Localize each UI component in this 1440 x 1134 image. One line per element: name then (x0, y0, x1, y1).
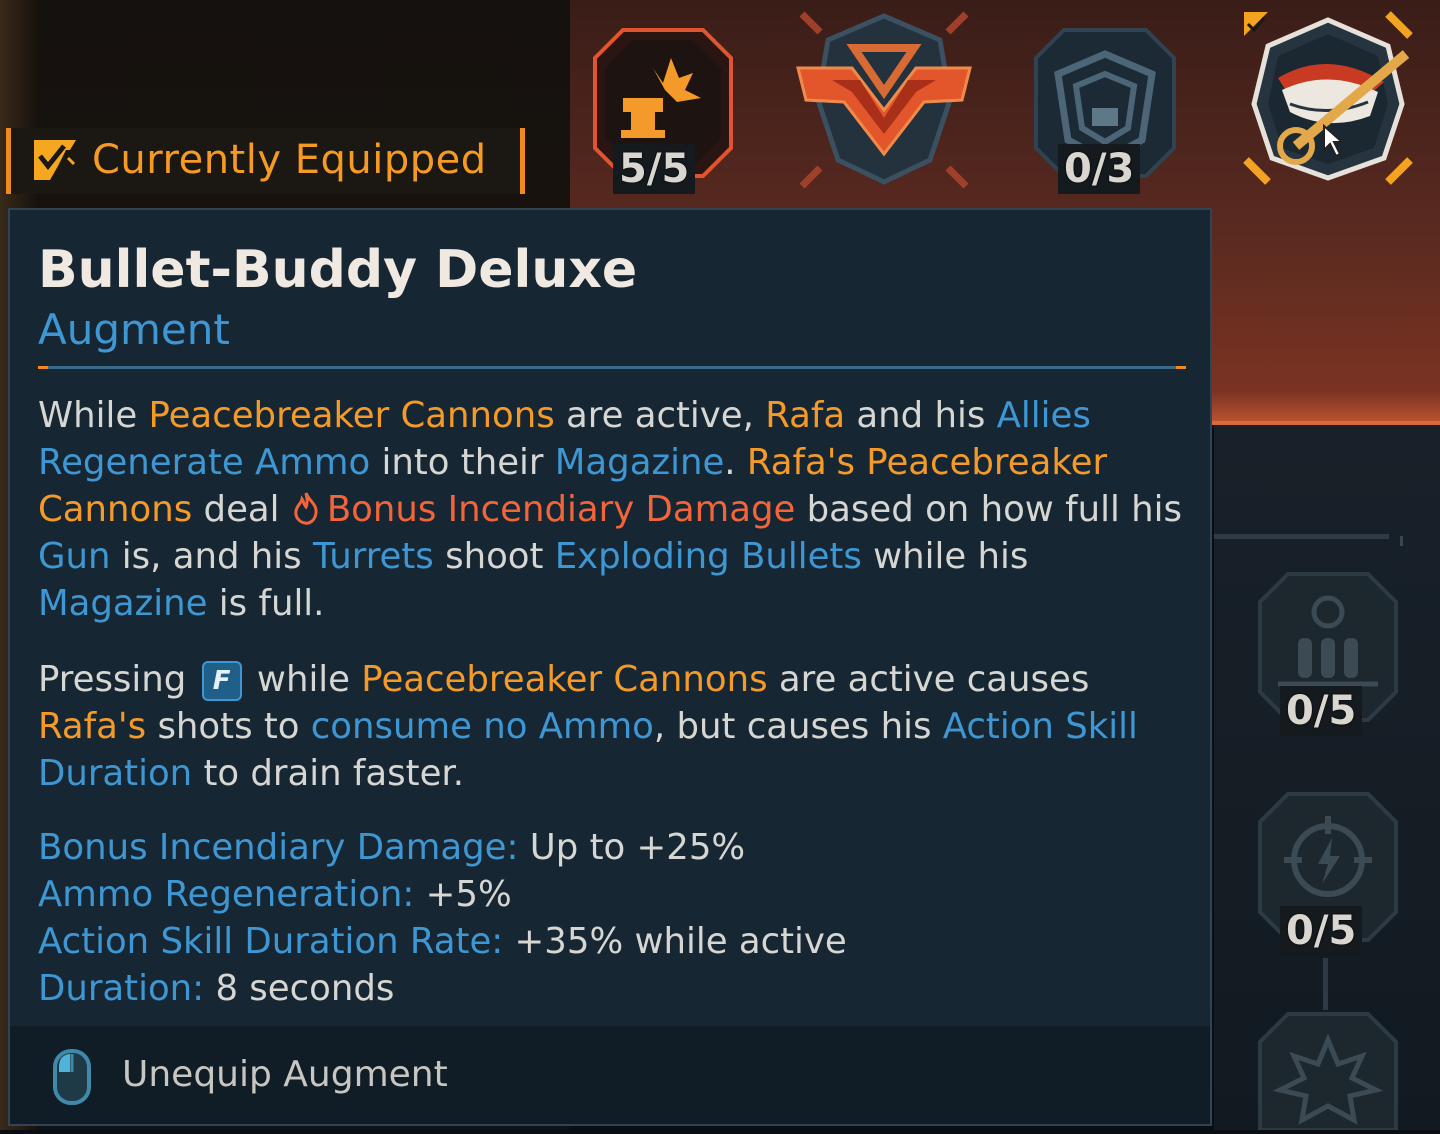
description-paragraph-1: While Peacebreaker Cannons are active, R… (38, 392, 1198, 627)
desc-text: is, and his (110, 536, 313, 577)
currently-equipped-label: Currently Equipped (92, 137, 487, 183)
desc-text: shoot (433, 536, 555, 577)
desc-text: while (245, 659, 362, 700)
separator-cap-right (1176, 366, 1186, 369)
stat-row: Action Skill Duration Rate: +35% while a… (38, 918, 1198, 965)
node-counter: 5/5 (613, 144, 696, 194)
augment-tooltip: Bullet-Buddy Deluxe Augment While Peaceb… (8, 208, 1212, 1126)
stat-value: Up to +25% (518, 827, 746, 868)
desc-text: are active, (554, 395, 766, 436)
stat-value: 8 seconds (204, 968, 395, 1009)
tooltip-separator (38, 366, 1186, 369)
stat-label: Duration: (38, 968, 205, 1009)
desc-text: . (724, 442, 747, 483)
node-counter: 0/3 (1058, 144, 1141, 194)
desc-text: and his (845, 395, 997, 436)
skill-node-emblem[interactable] (792, 10, 976, 190)
side-node-explosion[interactable] (1258, 1012, 1398, 1132)
banner-bar-right (520, 128, 525, 194)
desc-term: consume no Ammo (310, 706, 654, 747)
chevron-emblem-icon (796, 11, 972, 189)
description-paragraph-2: Pressing F while Peacebreaker Cannons ar… (38, 656, 1198, 797)
desc-text: shots to (146, 706, 311, 747)
node-counter: 0/5 (1280, 906, 1363, 956)
desc-text: While (38, 395, 149, 436)
desc-text: , but causes his (653, 706, 943, 747)
side-node-crosshair[interactable]: 0/5 (1258, 792, 1398, 962)
desc-keyword: Peacebreaker Cannons (148, 395, 555, 436)
unequip-augment-action[interactable]: Unequip Augment (122, 1054, 448, 1095)
tooltip-subtitle: Augment (38, 305, 230, 354)
stat-row: Bonus Incendiary Damage: Up to +25% (38, 824, 1198, 871)
desc-text: to drain faster. (192, 753, 465, 794)
desc-text: deal (192, 489, 291, 530)
desc-text: is full. (207, 583, 325, 624)
stat-row: Duration: 8 seconds (38, 965, 1198, 1012)
desc-keyword: Rafa's (38, 706, 147, 747)
desc-term: Magazine (38, 583, 208, 624)
explosion-icon (1258, 1012, 1398, 1132)
banner-bar-left (6, 128, 11, 194)
stat-value: +35% while active (503, 921, 847, 962)
skill-node-turret[interactable]: 5/5 (593, 28, 733, 198)
mouse-icon (53, 1049, 91, 1105)
stat-label: Action Skill Duration Rate: (38, 921, 504, 962)
keybind-f-icon: F (201, 661, 242, 701)
desc-keyword: Peacebreaker Cannons (361, 659, 768, 700)
tooltip-title: Bullet-Buddy Deluxe (38, 240, 638, 300)
stat-row: Ammo Regeneration: +5% (38, 871, 1198, 918)
grin-wrench-icon (1243, 11, 1413, 185)
skill-node-shield[interactable]: 0/3 (1034, 28, 1176, 198)
separator-cap-left (38, 366, 48, 369)
desc-text: Pressing (38, 659, 198, 700)
right-divider-tick (1400, 536, 1403, 546)
stat-value: +5% (414, 874, 512, 915)
desc-keyword: Rafa (765, 395, 846, 436)
fire-icon (294, 492, 318, 525)
right-divider (1214, 534, 1389, 539)
desc-term: Turrets (312, 536, 434, 577)
stats-list: Bonus Incendiary Damage: Up to +25% Ammo… (38, 824, 1198, 1012)
desc-term: Exploding Bullets (554, 536, 862, 577)
desc-damage-keyword: Bonus Incendiary Damage (326, 489, 796, 530)
stat-label: Bonus Incendiary Damage: (38, 827, 519, 868)
checkmark-icon (34, 140, 76, 180)
desc-term: Gun (38, 536, 111, 577)
side-node-biohazard[interactable]: 0/5 (1258, 572, 1398, 742)
skill-node-augment-selected[interactable] (1238, 8, 1418, 188)
desc-text: into their (370, 442, 555, 483)
node-counter: 0/5 (1280, 686, 1363, 736)
desc-text: are active causes (767, 659, 1090, 700)
desc-term: Magazine (554, 442, 725, 483)
tooltip-footer: Unequip Augment (10, 1026, 1210, 1124)
currently-equipped-banner: Currently Equipped (6, 128, 526, 194)
stat-label: Ammo Regeneration: (38, 874, 415, 915)
desc-text: based on how full his (795, 489, 1182, 530)
side-connector (1323, 958, 1328, 1010)
desc-text: while his (861, 536, 1029, 577)
